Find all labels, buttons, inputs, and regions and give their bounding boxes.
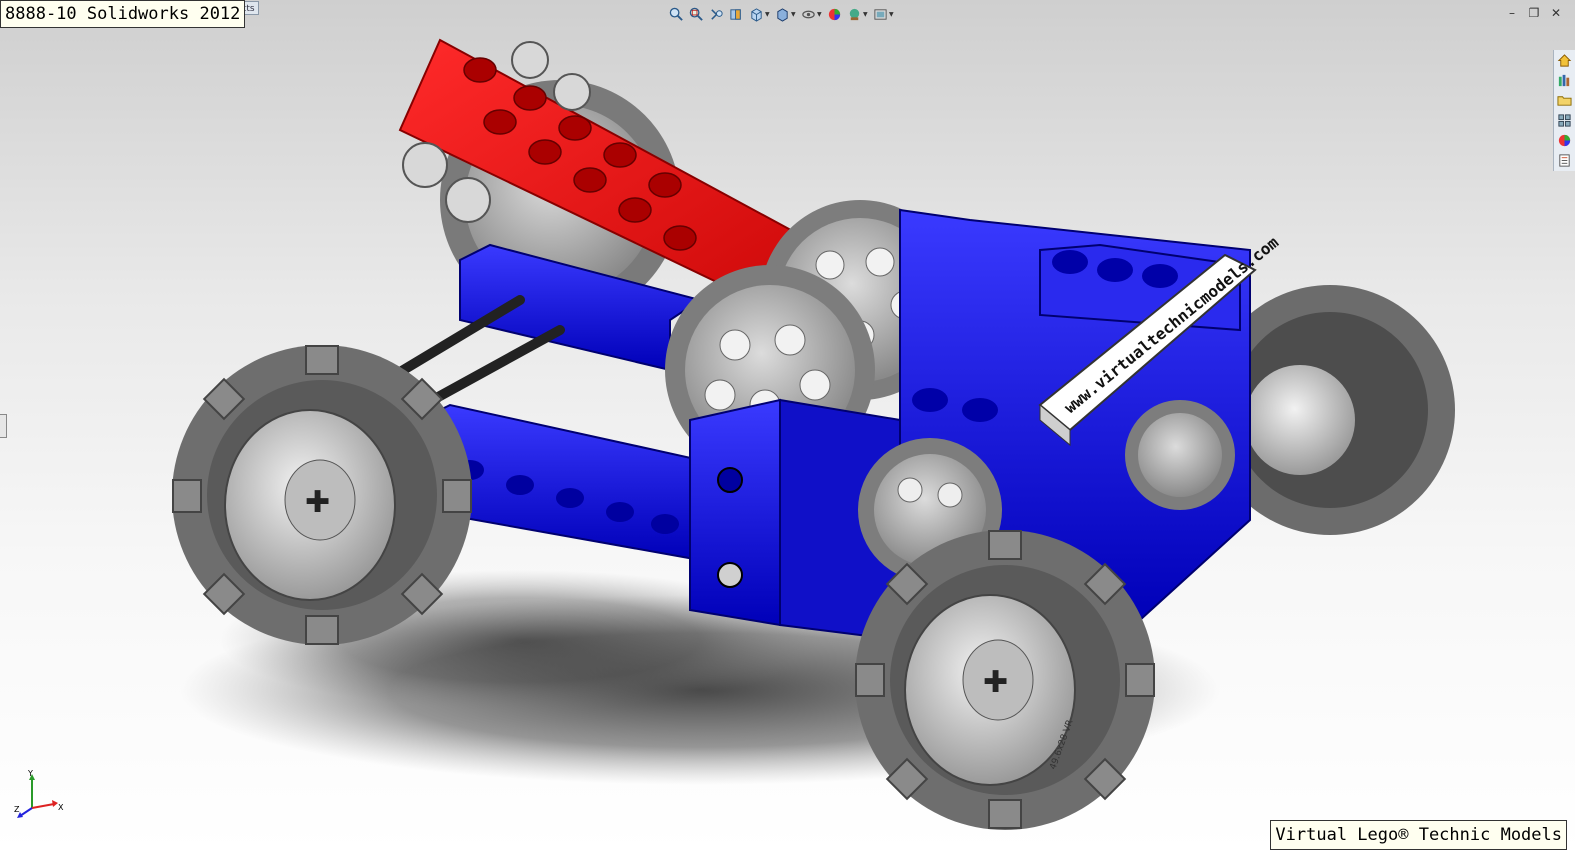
restore-button[interactable]: ❐ <box>1527 6 1541 20</box>
reference-triad: Y X Z <box>14 770 64 818</box>
display-style-dropdown[interactable]: ▼ <box>791 11 797 18</box>
view-orientation-icon[interactable] <box>748 6 765 23</box>
triad-z-label: Z <box>14 805 20 814</box>
custom-properties-icon[interactable] <box>1556 152 1573 169</box>
close-button[interactable]: ✕ <box>1549 6 1563 20</box>
gear-24-rear <box>1125 400 1235 510</box>
front-right-cross: ✚ <box>983 665 1008 700</box>
apply-scene-icon[interactable] <box>846 6 863 23</box>
minimize-button[interactable]: – <box>1505 6 1519 20</box>
feature-manager-collapse-handle[interactable] <box>0 414 7 438</box>
view-settings-dropdown[interactable]: ▼ <box>889 11 895 18</box>
section-view-icon[interactable] <box>728 6 745 23</box>
file-explorer-icon[interactable] <box>1556 92 1573 109</box>
front-right-wheel: ✚ 49.6x28 VR <box>855 530 1155 830</box>
model-title-label: 8888-10 Solidworks 2012 <box>0 0 246 28</box>
view-settings-icon[interactable] <box>872 6 889 23</box>
design-library-icon[interactable] <box>1556 72 1573 89</box>
hide-show-items-icon[interactable] <box>800 6 817 23</box>
view-orientation-dropdown[interactable]: ▼ <box>765 11 771 18</box>
display-style-icon[interactable] <box>774 6 791 23</box>
solidworks-resources-icon[interactable] <box>1556 52 1573 69</box>
apply-scene-dropdown[interactable]: ▼ <box>863 11 869 18</box>
triad-y-label: Y <box>27 770 33 778</box>
view-palette-icon[interactable] <box>1556 112 1573 129</box>
previous-view-icon[interactable] <box>708 6 725 23</box>
triad-x-label: X <box>58 803 64 812</box>
heads-up-view-toolbar: ▼ ▼ ▼ ▼ ▼ <box>668 4 895 24</box>
hide-show-dropdown[interactable]: ▼ <box>817 11 823 18</box>
zoom-to-fit-icon[interactable] <box>668 6 685 23</box>
lego-technic-model[interactable]: www.virtualtechnicmodels.com ✚ ✚ 49.6x28… <box>0 0 1575 852</box>
appearances-scenes-icon[interactable] <box>1556 132 1573 149</box>
zoom-to-area-icon[interactable] <box>688 6 705 23</box>
graphics-area[interactable]: www.virtualtechnicmodels.com ✚ ✚ 49.6x28… <box>0 0 1575 852</box>
window-controls: – ❐ ✕ <box>1505 6 1563 20</box>
edit-appearance-icon[interactable] <box>826 6 843 23</box>
footer-credit-label: Virtual Lego® Technic Models <box>1270 820 1567 850</box>
task-pane-tabs <box>1553 50 1575 171</box>
front-left-wheel: ✚ <box>172 345 472 645</box>
front-left-cross: ✚ <box>305 485 330 520</box>
